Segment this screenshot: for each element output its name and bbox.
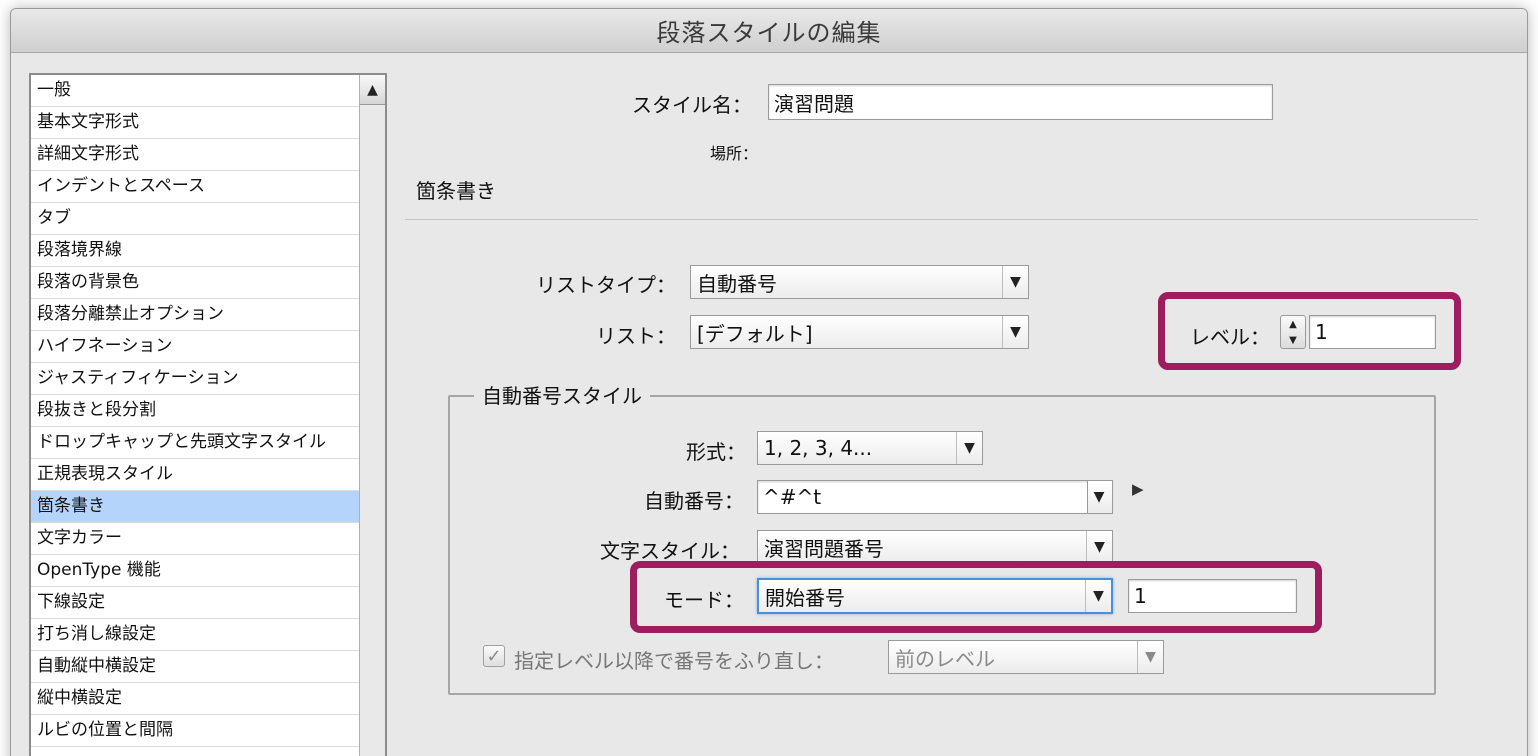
restart-level-value: 前のレベル	[895, 646, 995, 671]
dialog-title: 段落スタイルの編集	[11, 9, 1527, 53]
mode-label: モード：	[664, 588, 744, 612]
format-value: 1, 2, 3, 4...	[764, 436, 873, 460]
auto-number-value: ^#^t	[763, 485, 822, 509]
dropdown-arrow-icon: ▼	[956, 432, 982, 464]
category-items: 一般 基本文字形式 詳細文字形式 インデントとスペース タブ 段落境界線 段落の背景色 段落分…	[31, 75, 359, 747]
category-item[interactable]: 基本文字形式	[31, 107, 359, 139]
restart-label: 指定レベル以降で番号をふり直し：	[514, 649, 834, 673]
dropdown-arrow-icon: ▼	[1086, 531, 1112, 563]
dropdown-arrow-icon: ▼	[1137, 641, 1163, 673]
scroll-up-button[interactable]: ▲	[360, 75, 385, 105]
insert-special-char-icon[interactable]: ▶	[1132, 480, 1144, 498]
category-item[interactable]: 打ち消し線設定	[31, 619, 359, 651]
checkmark-icon: ✓	[486, 645, 502, 667]
category-item[interactable]: 正規表現スタイル	[31, 459, 359, 491]
char-style-value: 演習問題番号	[764, 536, 884, 561]
numbering-group-title: 自動番号スタイル	[474, 380, 650, 409]
triangle-up-icon: ▲	[367, 81, 378, 98]
category-item[interactable]: タブ	[31, 203, 359, 235]
style-name-label: スタイル名：	[632, 93, 752, 117]
category-item[interactable]: インデントとスペース	[31, 171, 359, 203]
restart-level-dropdown[interactable]: 前のレベル ▼	[888, 640, 1164, 674]
category-item[interactable]: 段落の背景色	[31, 267, 359, 299]
mode-dropdown[interactable]: 開始番号 ▼	[757, 578, 1113, 614]
char-style-label: 文字スタイル：	[600, 539, 740, 563]
restart-checkbox[interactable]: ✓	[483, 645, 505, 667]
char-style-dropdown[interactable]: 演習問題番号 ▼	[757, 530, 1113, 564]
category-item[interactable]: 一般	[31, 75, 359, 107]
category-item[interactable]: 段落分離禁止オプション	[31, 299, 359, 331]
list-type-dropdown[interactable]: 自動番号 ▼	[690, 265, 1029, 299]
category-item[interactable]: OpenType 機能	[31, 555, 359, 587]
auto-number-label: 自動番号：	[644, 489, 744, 513]
list-value: [デフォルト]	[697, 321, 813, 346]
category-item[interactable]: 下線設定	[31, 587, 359, 619]
category-item[interactable]: 箇条書き	[31, 491, 359, 523]
category-item[interactable]: 詳細文字形式	[31, 139, 359, 171]
level-label: レベル：	[1190, 325, 1270, 349]
dropdown-arrow-icon: ▼	[1085, 580, 1111, 612]
auto-number-menu-button[interactable]: ▼	[1087, 480, 1113, 514]
category-item[interactable]: ジャスティフィケーション	[31, 363, 359, 395]
category-item[interactable]: ルビの位置と間隔	[31, 715, 359, 747]
section-divider	[405, 219, 1478, 220]
dropdown-arrow-icon: ▼	[1002, 316, 1028, 348]
category-item[interactable]: 自動縦中横設定	[31, 651, 359, 683]
list-dropdown[interactable]: [デフォルト] ▼	[690, 315, 1029, 349]
stepper-up-icon[interactable]: ▲	[1289, 319, 1297, 330]
list-label: リスト：	[596, 324, 676, 348]
section-title: 箇条書き	[416, 179, 496, 203]
auto-number-input[interactable]: ^#^t	[757, 480, 1113, 514]
style-name-input[interactable]: 演習問題	[768, 84, 1273, 120]
stepper-down-icon[interactable]: ▼	[1289, 335, 1297, 346]
category-item[interactable]: ドロップキャップと先頭文字スタイル	[31, 427, 359, 459]
category-item[interactable]: 段落境界線	[31, 235, 359, 267]
dropdown-arrow-icon: ▼	[1093, 489, 1105, 505]
level-stepper[interactable]: ▲ ▼	[1280, 315, 1306, 349]
category-list[interactable]: 一般 基本文字形式 詳細文字形式 インデントとスペース タブ 段落境界線 段落の背景色 段落分…	[29, 73, 387, 756]
dropdown-arrow-icon: ▼	[1002, 266, 1028, 298]
format-label: 形式：	[686, 440, 746, 464]
category-item[interactable]: 段抜きと段分割	[31, 395, 359, 427]
category-item[interactable]: 文字カラー	[31, 523, 359, 555]
category-scrollbar[interactable]: ▲	[359, 75, 385, 756]
list-type-label: リストタイプ：	[536, 273, 676, 297]
format-dropdown[interactable]: 1, 2, 3, 4... ▼	[757, 431, 983, 465]
mode-start-input[interactable]: 1	[1128, 579, 1297, 613]
category-item[interactable]: 縦中横設定	[31, 683, 359, 715]
list-type-value: 自動番号	[697, 271, 777, 296]
mode-value: 開始番号	[765, 585, 845, 610]
level-input[interactable]: 1	[1309, 315, 1436, 349]
location-label: 場所：	[710, 144, 759, 163]
category-item[interactable]: ハイフネーション	[31, 331, 359, 363]
